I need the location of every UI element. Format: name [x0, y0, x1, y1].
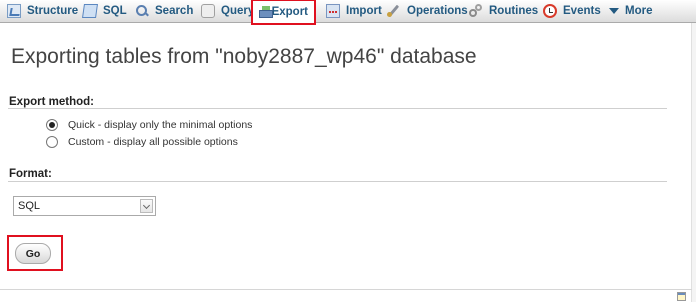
console-icon[interactable] [677, 292, 686, 301]
query-icon [201, 4, 215, 18]
export-method-custom-option[interactable]: Custom - display all possible options [46, 136, 238, 148]
format-heading: Format: [9, 168, 52, 180]
import-icon [326, 4, 340, 18]
chevron-down-icon [609, 4, 619, 18]
format-select[interactable]: SQL [13, 196, 156, 216]
tab-label: More [625, 5, 653, 17]
tab-label: Search [155, 5, 194, 17]
tab-search[interactable]: Search [135, 0, 193, 22]
go-button[interactable]: Go [15, 243, 51, 264]
operations-icon [387, 4, 401, 18]
tab-label: Query [221, 5, 255, 17]
tab-label: Routines [489, 5, 539, 17]
export-icon [259, 5, 273, 19]
structure-icon [7, 4, 21, 18]
events-icon [543, 4, 557, 18]
export-method-quick-option[interactable]: Quick - display only the minimal options [46, 119, 252, 131]
search-icon [135, 4, 149, 18]
divider [8, 181, 667, 182]
tab-label: SQL [103, 5, 127, 17]
tab-operations[interactable]: Operations [387, 0, 468, 22]
format-selected-value: SQL [18, 200, 41, 212]
divider [8, 108, 667, 109]
routines-icon [469, 4, 483, 18]
tab-label: Structure [27, 5, 79, 17]
page-title: Exporting tables from "noby2887_wp46" da… [11, 45, 477, 68]
tab-label: Events [563, 5, 601, 17]
radio-label: Custom - display all possible options [68, 136, 238, 148]
tab-import[interactable]: Import [326, 0, 382, 22]
tab-bar: Structure SQL Search Query Export Import… [0, 0, 696, 25]
tab-label: Operations [407, 5, 468, 17]
tab-label: Import [346, 5, 382, 17]
radio-button[interactable] [46, 136, 58, 148]
chevron-down-icon [140, 199, 153, 213]
tab-more[interactable]: More [609, 0, 652, 22]
scrollbar[interactable] [691, 23, 696, 302]
tab-export[interactable]: Export [251, 0, 316, 25]
tab-events[interactable]: Events [543, 0, 601, 22]
tab-structure[interactable]: Structure [7, 0, 78, 22]
radio-button[interactable] [46, 119, 58, 131]
sql-icon [82, 4, 98, 18]
tab-routines[interactable]: Routines [469, 0, 538, 22]
export-method-heading: Export method: [9, 96, 94, 108]
radio-label: Quick - display only the minimal options [68, 119, 253, 131]
tab-query[interactable]: Query [201, 0, 254, 22]
tab-label: Export [271, 6, 308, 18]
divider [0, 289, 692, 290]
tab-sql[interactable]: SQL [82, 0, 127, 22]
